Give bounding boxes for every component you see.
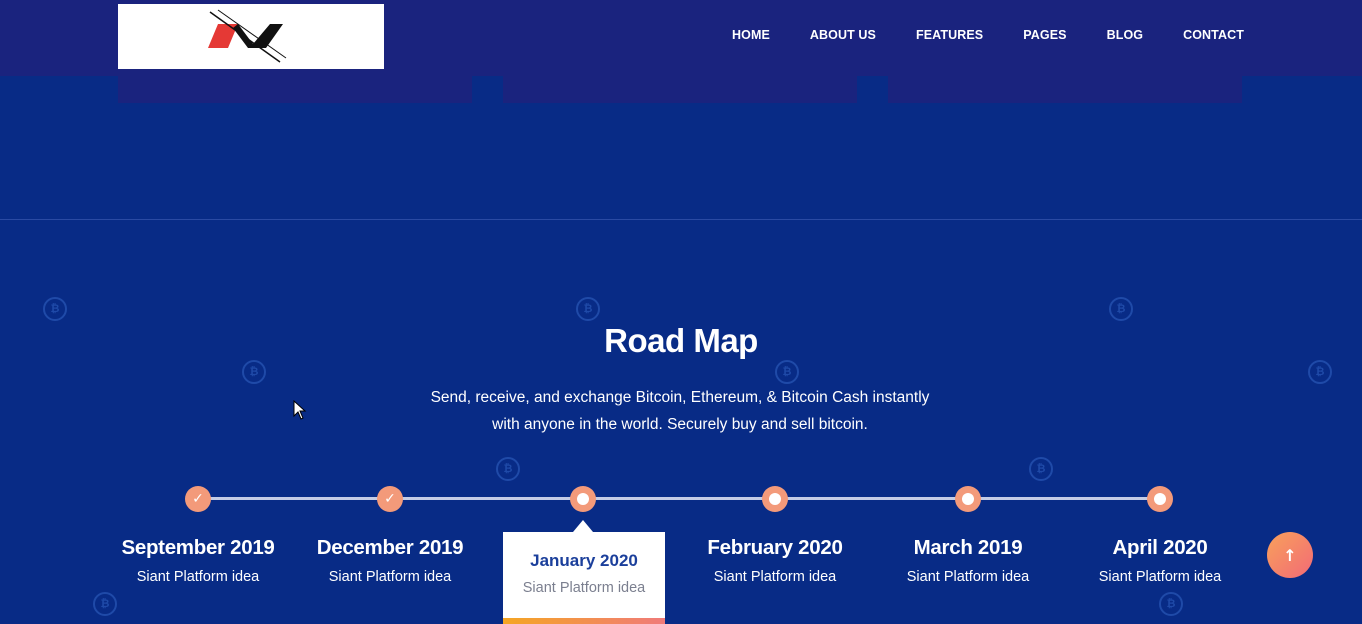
milestone-desc: Siant Platform idea (713, 569, 837, 585)
milestone-date: April 2020 (1112, 536, 1208, 559)
milestone-date: March 2019 (913, 536, 1023, 559)
bitcoin-icon: ₿ (496, 457, 520, 481)
nav-home[interactable]: HOME (732, 28, 770, 42)
scroll-top-button[interactable]: ↑ (1267, 532, 1313, 578)
nav-features[interactable]: FEATURES (916, 28, 983, 42)
milestone-date: January 2020 (530, 551, 638, 570)
bitcoin-icon: ₿ (576, 297, 600, 321)
milestone-item-active[interactable]: January 2020 Siant Platform idea (503, 532, 665, 624)
header-panel-3 (888, 76, 1242, 103)
section-divider (0, 219, 1362, 220)
bitcoin-icon: ₿ (1029, 457, 1053, 481)
bitcoin-icon: ₿ (242, 360, 266, 384)
milestone-date: February 2020 (707, 536, 843, 559)
timeline-dot-done: ✓ (377, 486, 403, 512)
check-icon: ✓ (384, 491, 396, 507)
timeline-dot-done: ✓ (185, 486, 211, 512)
nav-blog[interactable]: BLOG (1107, 28, 1144, 42)
site-logo[interactable] (118, 4, 384, 69)
dot-inner (577, 493, 589, 505)
arrow-up-icon: ↑ (1283, 545, 1297, 565)
milestone-desc: Siant Platform idea (1098, 569, 1222, 585)
milestone-desc: Siant Platform idea (906, 569, 1030, 585)
roadmap-subtitle-line-2: with anyone in the world. Securely buy a… (492, 416, 868, 433)
navbar: HOME ABOUT US FEATURES PAGES BLOG CONTAC… (0, 0, 1362, 76)
dot-inner (962, 493, 974, 505)
milestone-item[interactable]: March 2019 Siant Platform idea (873, 536, 1063, 585)
timeline-dot-upcoming (762, 486, 788, 512)
timeline-line (198, 497, 1160, 500)
bitcoin-icon: ₿ (1109, 297, 1133, 321)
milestone-item[interactable]: February 2020 Siant Platform idea (680, 536, 870, 585)
roadmap-title: Road Map (604, 322, 758, 359)
roadmap-subtitle: Send, receive, and exchange Bitcoin, Eth… (420, 384, 940, 438)
nav-contact[interactable]: CONTACT (1183, 28, 1244, 42)
dot-inner (769, 493, 781, 505)
nav-pages[interactable]: PAGES (1023, 28, 1066, 42)
milestone-item[interactable]: April 2020 Siant Platform idea (1065, 536, 1255, 585)
milestone-desc: Siant Platform idea (136, 569, 260, 585)
milestone-desc: Siant Platform idea (522, 580, 646, 596)
bitcoin-icon: ₿ (775, 360, 799, 384)
logo-mark-icon (208, 9, 287, 63)
bitcoin-icon: ₿ (43, 297, 67, 321)
timeline-dot-upcoming (1147, 486, 1173, 512)
header-panel-2 (503, 76, 857, 103)
timeline-dot-active (570, 486, 596, 512)
milestone-date: December 2019 (316, 536, 464, 559)
header-panel-1 (118, 76, 472, 103)
bitcoin-icon: ₿ (1159, 592, 1183, 616)
active-accent-bar (503, 618, 665, 624)
mouse-cursor-icon (293, 400, 307, 420)
milestone-date: September 2019 (121, 536, 275, 559)
main-nav: HOME ABOUT US FEATURES PAGES BLOG CONTAC… (732, 28, 1284, 42)
nav-about-us[interactable]: ABOUT US (810, 28, 876, 42)
bitcoin-icon: ₿ (1308, 360, 1332, 384)
roadmap-subtitle-line-1: Send, receive, and exchange Bitcoin, Eth… (430, 389, 930, 406)
milestone-desc: Siant Platform idea (328, 569, 452, 585)
milestone-item[interactable]: December 2019 Siant Platform idea (295, 536, 485, 585)
milestone-item[interactable]: September 2019 Siant Platform idea (103, 536, 293, 585)
active-pointer (573, 520, 593, 532)
timeline-dot-upcoming (955, 486, 981, 512)
check-icon: ✓ (192, 491, 204, 507)
dot-inner (1154, 493, 1166, 505)
bitcoin-icon: ₿ (93, 592, 117, 616)
